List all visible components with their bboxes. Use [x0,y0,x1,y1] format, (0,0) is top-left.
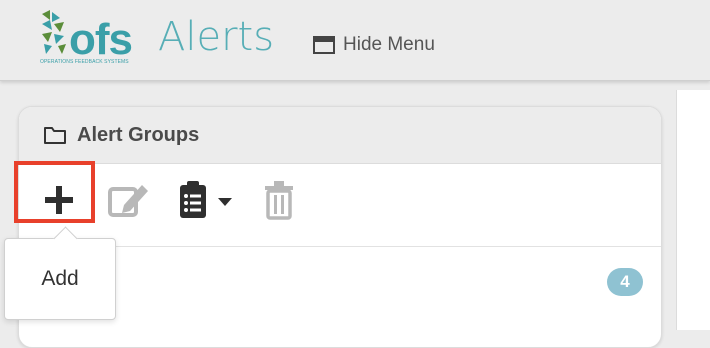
panel-title: Alert Groups [77,123,200,146]
list-menu-button[interactable] [177,178,239,222]
edit-button[interactable] [107,180,151,220]
edit-icon [108,185,148,217]
app-header: ofs OPERATIONS FEEDBACK SYSTEMS Alerts H… [0,0,710,81]
clipboard-list-icon [180,181,232,218]
logo-mark-icon [42,10,66,54]
detail-panel [676,90,710,330]
hide-menu-label: Hide Menu [343,34,435,55]
group-count-badge: 4 [607,268,643,296]
page-title: Alerts [158,14,275,60]
trash-icon [265,181,293,220]
panel-header: Alert Groups [19,107,661,164]
add-tooltip: Add [4,226,116,320]
add-button-highlight [14,161,95,223]
hide-menu-button[interactable]: Hide Menu [313,34,435,56]
window-icon [313,36,335,54]
ofs-logo: ofs OPERATIONS FEEDBACK SYSTEMS [40,10,142,68]
delete-button[interactable] [259,178,299,222]
tooltip-text: Add [41,267,79,290]
logo-text: ofs [69,15,133,64]
chevron-down-icon [218,198,232,206]
logo-tagline: OPERATIONS FEEDBACK SYSTEMS [40,59,129,65]
toolbar [19,164,661,247]
folder-icon [44,127,66,144]
